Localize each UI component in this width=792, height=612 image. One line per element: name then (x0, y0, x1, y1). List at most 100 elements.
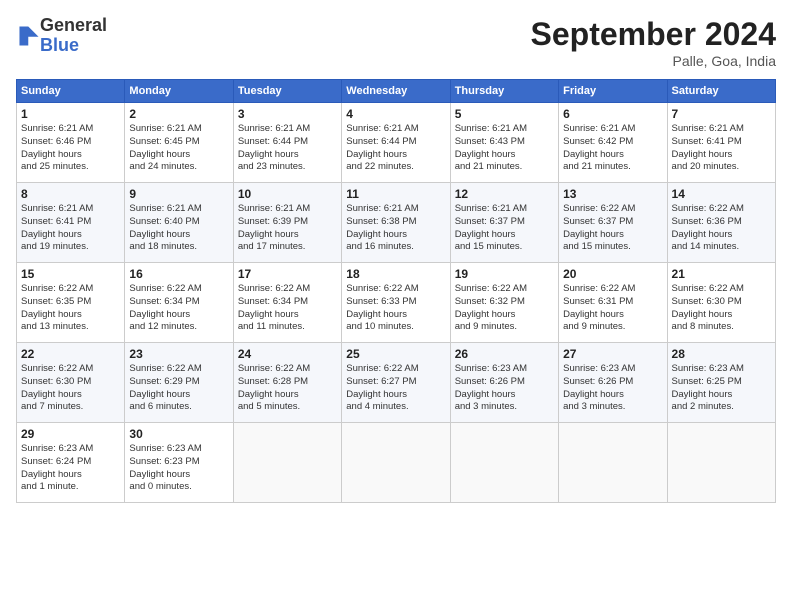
table-row (450, 423, 558, 503)
month-title: September 2024 (531, 16, 776, 53)
table-row: 11 Sunrise: 6:21 AMSunset: 6:38 PMDaylig… (342, 183, 450, 263)
day-info: Sunrise: 6:21 AMSunset: 6:43 PMDaylight … (455, 123, 527, 172)
day-info: Sunrise: 6:21 AMSunset: 6:37 PMDaylight … (455, 203, 527, 252)
title-block: September 2024 Palle, Goa, India (531, 16, 776, 69)
table-row: 26 Sunrise: 6:23 AMSunset: 6:26 PMDaylig… (450, 343, 558, 423)
day-number: 30 (129, 427, 228, 441)
table-row: 25 Sunrise: 6:22 AMSunset: 6:27 PMDaylig… (342, 343, 450, 423)
day-number: 23 (129, 347, 228, 361)
table-row: 10 Sunrise: 6:21 AMSunset: 6:39 PMDaylig… (233, 183, 341, 263)
table-row: 22 Sunrise: 6:22 AMSunset: 6:30 PMDaylig… (17, 343, 125, 423)
day-number: 19 (455, 267, 554, 281)
table-row: 16 Sunrise: 6:22 AMSunset: 6:34 PMDaylig… (125, 263, 233, 343)
page-header: General Blue September 2024 Palle, Goa, … (16, 16, 776, 69)
day-info: Sunrise: 6:22 AMSunset: 6:31 PMDaylight … (563, 283, 635, 332)
table-row: 9 Sunrise: 6:21 AMSunset: 6:40 PMDayligh… (125, 183, 233, 263)
calendar-table: Sunday Monday Tuesday Wednesday Thursday… (16, 79, 776, 503)
day-info: Sunrise: 6:22 AMSunset: 6:30 PMDaylight … (21, 363, 93, 412)
day-info: Sunrise: 6:23 AMSunset: 6:26 PMDaylight … (455, 363, 527, 412)
day-info: Sunrise: 6:21 AMSunset: 6:46 PMDaylight … (21, 123, 93, 172)
table-row: 7 Sunrise: 6:21 AMSunset: 6:41 PMDayligh… (667, 103, 775, 183)
col-sunday: Sunday (17, 80, 125, 103)
day-number: 6 (563, 107, 662, 121)
day-info: Sunrise: 6:22 AMSunset: 6:34 PMDaylight … (129, 283, 201, 332)
table-row: 28 Sunrise: 6:23 AMSunset: 6:25 PMDaylig… (667, 343, 775, 423)
table-row: 1 Sunrise: 6:21 AMSunset: 6:46 PMDayligh… (17, 103, 125, 183)
day-number: 4 (346, 107, 445, 121)
day-info: Sunrise: 6:21 AMSunset: 6:41 PMDaylight … (21, 203, 93, 252)
day-info: Sunrise: 6:23 AMSunset: 6:25 PMDaylight … (672, 363, 744, 412)
day-number: 2 (129, 107, 228, 121)
day-number: 3 (238, 107, 337, 121)
table-row: 27 Sunrise: 6:23 AMSunset: 6:26 PMDaylig… (559, 343, 667, 423)
day-number: 20 (563, 267, 662, 281)
table-row: 12 Sunrise: 6:21 AMSunset: 6:37 PMDaylig… (450, 183, 558, 263)
day-number: 25 (346, 347, 445, 361)
table-row (667, 423, 775, 503)
table-row: 20 Sunrise: 6:22 AMSunset: 6:31 PMDaylig… (559, 263, 667, 343)
calendar-week-row: 1 Sunrise: 6:21 AMSunset: 6:46 PMDayligh… (17, 103, 776, 183)
table-row: 24 Sunrise: 6:22 AMSunset: 6:28 PMDaylig… (233, 343, 341, 423)
calendar-week-row: 8 Sunrise: 6:21 AMSunset: 6:41 PMDayligh… (17, 183, 776, 263)
table-row: 8 Sunrise: 6:21 AMSunset: 6:41 PMDayligh… (17, 183, 125, 263)
day-number: 24 (238, 347, 337, 361)
day-number: 21 (672, 267, 771, 281)
day-number: 27 (563, 347, 662, 361)
table-row (342, 423, 450, 503)
calendar-week-row: 22 Sunrise: 6:22 AMSunset: 6:30 PMDaylig… (17, 343, 776, 423)
table-row: 6 Sunrise: 6:21 AMSunset: 6:42 PMDayligh… (559, 103, 667, 183)
day-info: Sunrise: 6:22 AMSunset: 6:28 PMDaylight … (238, 363, 310, 412)
table-row: 17 Sunrise: 6:22 AMSunset: 6:34 PMDaylig… (233, 263, 341, 343)
day-number: 28 (672, 347, 771, 361)
day-number: 14 (672, 187, 771, 201)
day-info: Sunrise: 6:21 AMSunset: 6:44 PMDaylight … (346, 123, 418, 172)
day-info: Sunrise: 6:21 AMSunset: 6:39 PMDaylight … (238, 203, 310, 252)
day-info: Sunrise: 6:22 AMSunset: 6:35 PMDaylight … (21, 283, 93, 332)
table-row (559, 423, 667, 503)
table-row: 18 Sunrise: 6:22 AMSunset: 6:33 PMDaylig… (342, 263, 450, 343)
day-info: Sunrise: 6:23 AMSunset: 6:26 PMDaylight … (563, 363, 635, 412)
day-info: Sunrise: 6:21 AMSunset: 6:42 PMDaylight … (563, 123, 635, 172)
calendar-week-row: 15 Sunrise: 6:22 AMSunset: 6:35 PMDaylig… (17, 263, 776, 343)
logo: General Blue (16, 16, 107, 56)
day-info: Sunrise: 6:22 AMSunset: 6:37 PMDaylight … (563, 203, 635, 252)
table-row: 4 Sunrise: 6:21 AMSunset: 6:44 PMDayligh… (342, 103, 450, 183)
col-saturday: Saturday (667, 80, 775, 103)
calendar-header-row: Sunday Monday Tuesday Wednesday Thursday… (17, 80, 776, 103)
day-info: Sunrise: 6:22 AMSunset: 6:34 PMDaylight … (238, 283, 310, 332)
day-number: 16 (129, 267, 228, 281)
logo-icon (18, 25, 40, 47)
day-info: Sunrise: 6:22 AMSunset: 6:33 PMDaylight … (346, 283, 418, 332)
logo-general: General (40, 16, 107, 36)
day-number: 5 (455, 107, 554, 121)
day-info: Sunrise: 6:22 AMSunset: 6:36 PMDaylight … (672, 203, 744, 252)
day-info: Sunrise: 6:21 AMSunset: 6:38 PMDaylight … (346, 203, 418, 252)
table-row: 23 Sunrise: 6:22 AMSunset: 6:29 PMDaylig… (125, 343, 233, 423)
day-info: Sunrise: 6:22 AMSunset: 6:27 PMDaylight … (346, 363, 418, 412)
col-monday: Monday (125, 80, 233, 103)
col-thursday: Thursday (450, 80, 558, 103)
day-info: Sunrise: 6:23 AMSunset: 6:24 PMDaylight … (21, 443, 93, 492)
day-info: Sunrise: 6:22 AMSunset: 6:29 PMDaylight … (129, 363, 201, 412)
day-number: 1 (21, 107, 120, 121)
day-number: 7 (672, 107, 771, 121)
day-number: 8 (21, 187, 120, 201)
day-number: 11 (346, 187, 445, 201)
table-row: 14 Sunrise: 6:22 AMSunset: 6:36 PMDaylig… (667, 183, 775, 263)
table-row (233, 423, 341, 503)
table-row: 29 Sunrise: 6:23 AMSunset: 6:24 PMDaylig… (17, 423, 125, 503)
day-info: Sunrise: 6:22 AMSunset: 6:30 PMDaylight … (672, 283, 744, 332)
table-row: 21 Sunrise: 6:22 AMSunset: 6:30 PMDaylig… (667, 263, 775, 343)
location: Palle, Goa, India (531, 53, 776, 69)
col-friday: Friday (559, 80, 667, 103)
day-number: 18 (346, 267, 445, 281)
calendar-week-row: 29 Sunrise: 6:23 AMSunset: 6:24 PMDaylig… (17, 423, 776, 503)
day-number: 29 (21, 427, 120, 441)
table-row: 30 Sunrise: 6:23 AMSunset: 6:23 PMDaylig… (125, 423, 233, 503)
day-info: Sunrise: 6:22 AMSunset: 6:32 PMDaylight … (455, 283, 527, 332)
day-info: Sunrise: 6:23 AMSunset: 6:23 PMDaylight … (129, 443, 201, 492)
day-info: Sunrise: 6:21 AMSunset: 6:45 PMDaylight … (129, 123, 201, 172)
logo-text: General Blue (40, 16, 107, 56)
day-number: 26 (455, 347, 554, 361)
day-number: 9 (129, 187, 228, 201)
